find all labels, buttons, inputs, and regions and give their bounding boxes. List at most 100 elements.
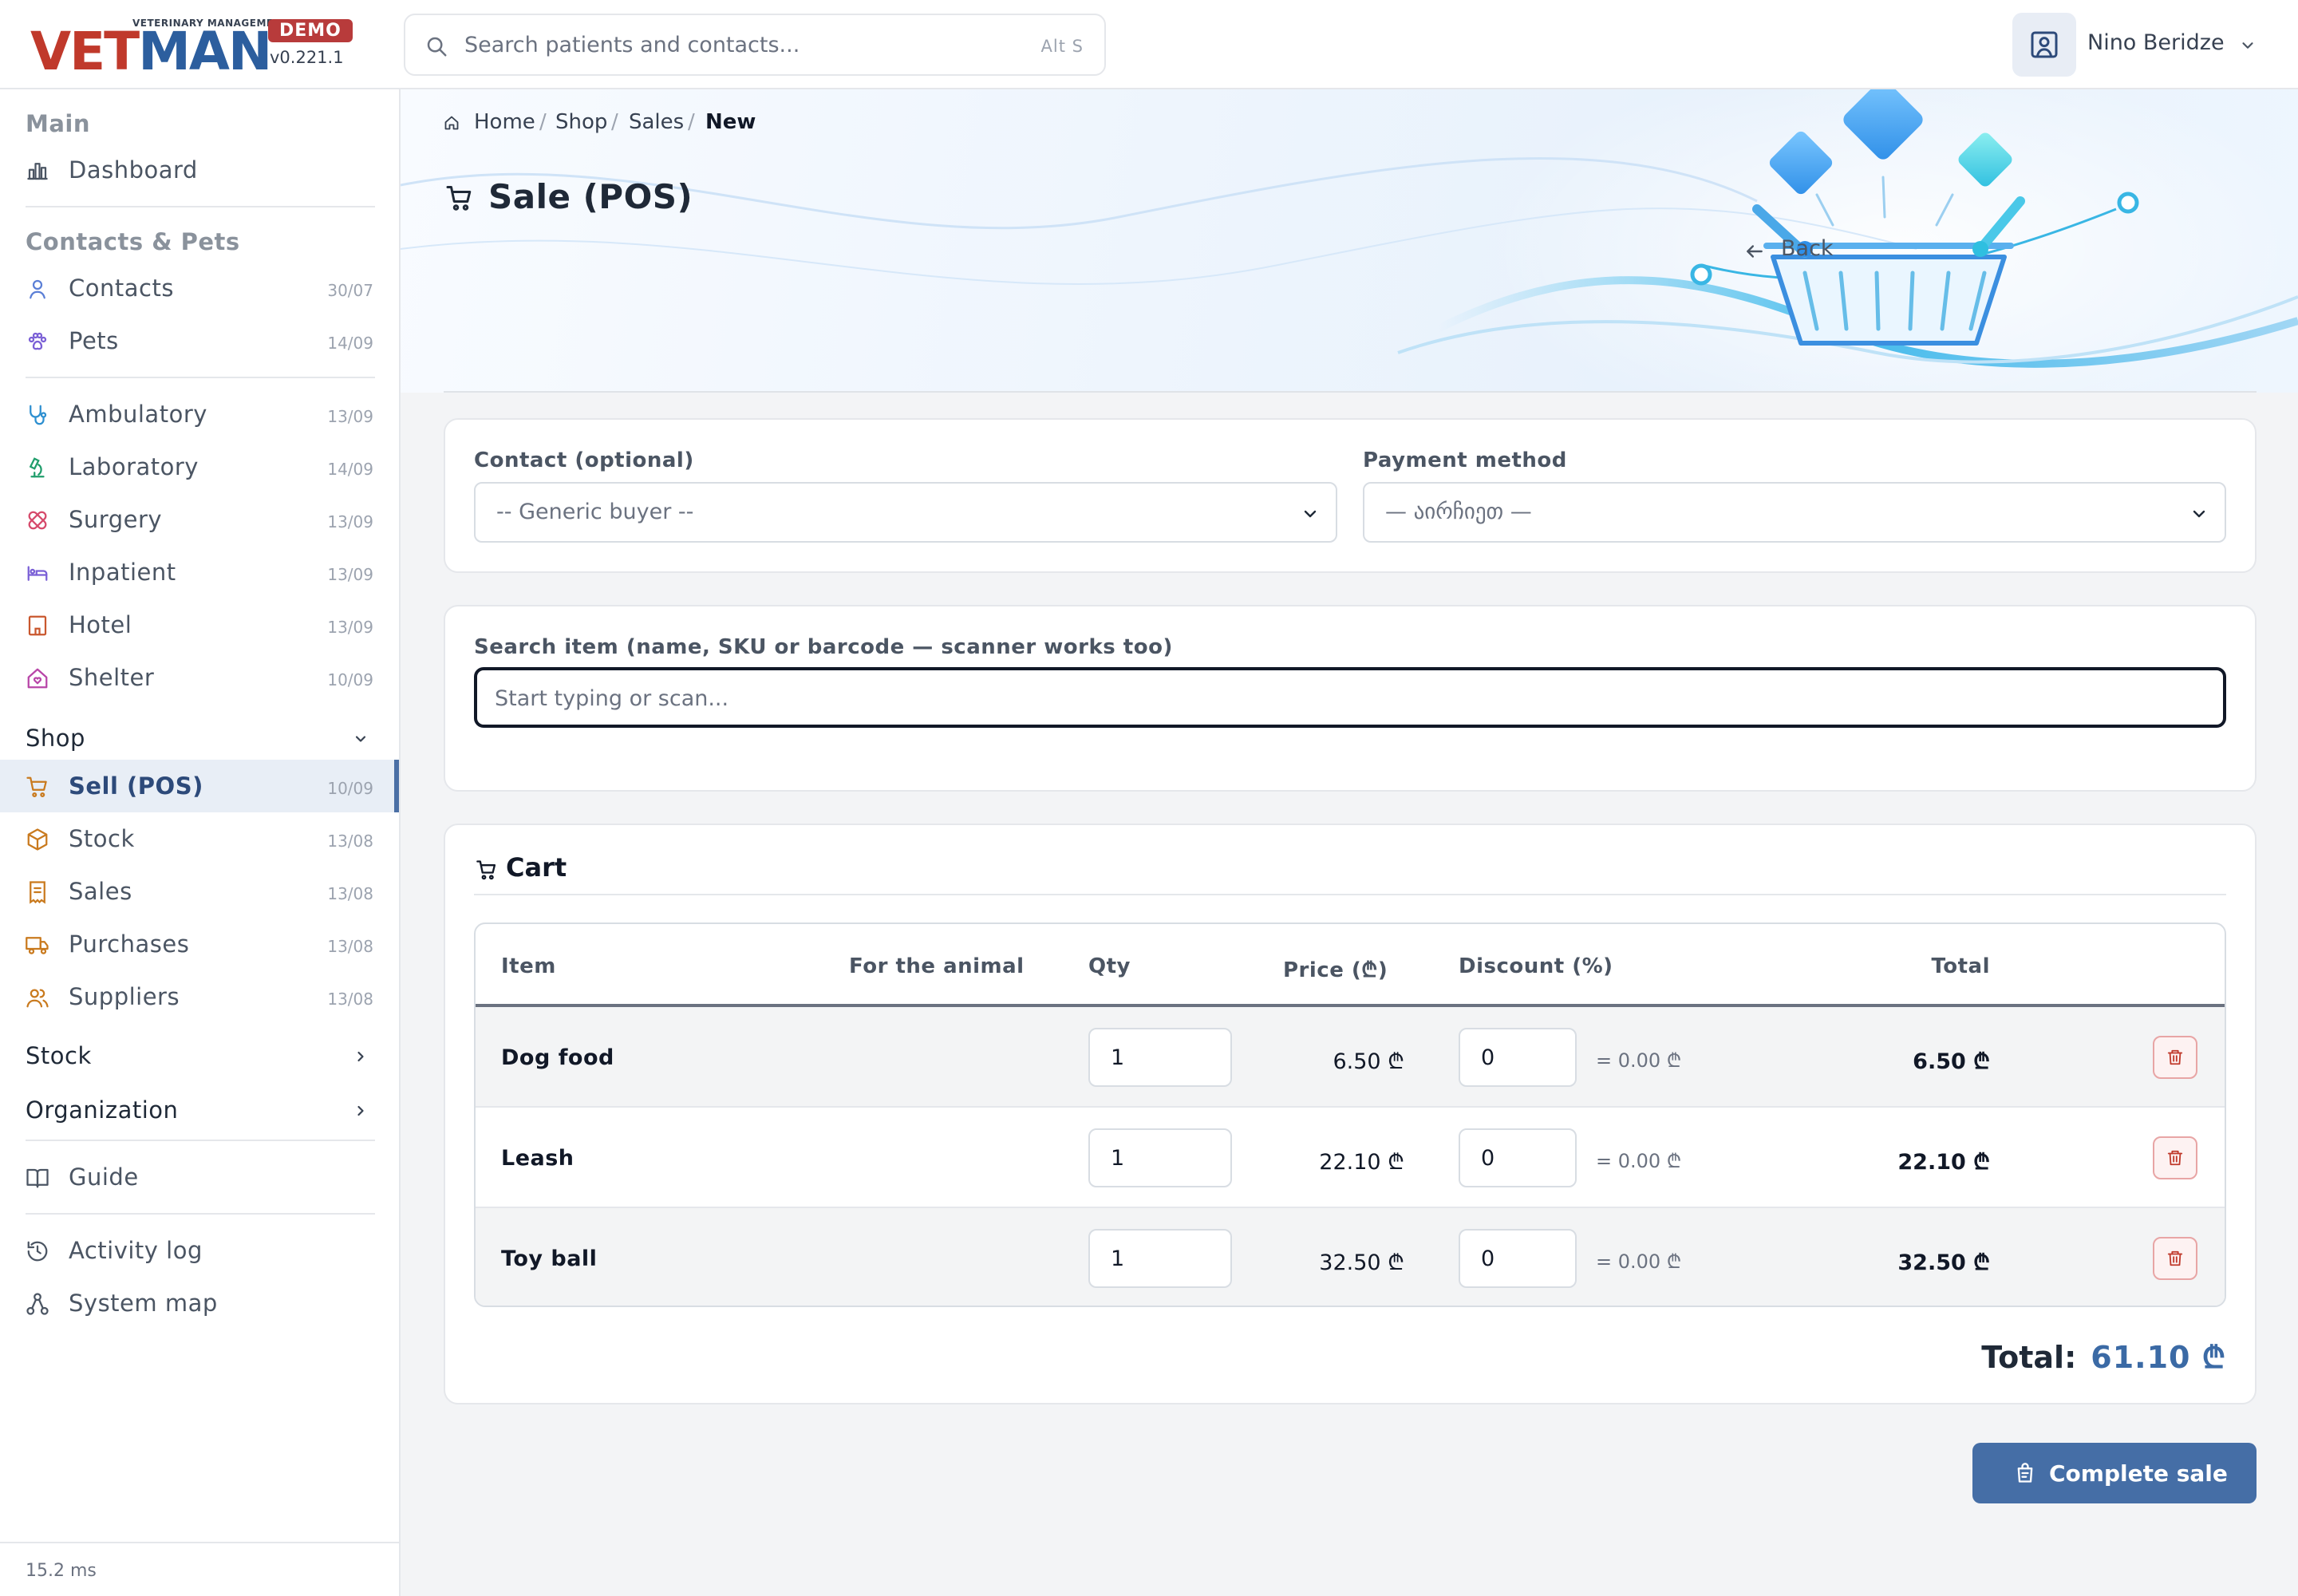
demo-badge: DEMO <box>268 19 353 42</box>
chevron-down-icon <box>2193 510 2205 518</box>
top-bar: VETERINARY MANAGEMENT VETMAN DEMO v0.221… <box>0 0 2298 89</box>
sidebar-item-label: Dashboard <box>69 156 198 184</box>
cart-card: Cart Item For the animal Qty Price (₾) D… <box>444 824 2257 1404</box>
sidebar-item-contacts[interactable]: Contacts 30/07 <box>0 262 399 314</box>
paw-icon <box>26 330 49 354</box>
user-name: Nino Beridze <box>2087 30 2225 55</box>
chevron-down-icon <box>1304 510 1317 518</box>
discount-value: 0 <box>1481 1246 1495 1271</box>
sidebar-item-date: 10/09 <box>327 670 373 689</box>
table-row: Leash 1 22.10 ₾ 0 = 0.00 ₾ 22.10 ₾ <box>476 1108 2225 1208</box>
microscope-icon <box>26 456 49 480</box>
cart-table: Item For the animal Qty Price (₾) Discou… <box>474 922 2226 1307</box>
truck-icon <box>26 933 49 957</box>
discount-input[interactable]: 0 <box>1459 1229 1577 1288</box>
logo-wordmark: VETMAN <box>30 26 272 78</box>
payment-method-select[interactable]: — აირჩიეთ — <box>1363 482 2226 543</box>
sidebar-item-sell-pos[interactable]: Sell (POS) 10/09 <box>0 760 399 812</box>
item-price: 22.10 ₾ <box>1319 1150 1404 1175</box>
sidebar-item-label: Stock <box>69 825 135 852</box>
qty-input[interactable]: 1 <box>1088 1028 1232 1087</box>
house-heart-icon <box>26 666 49 690</box>
sidebar-item-activity-log[interactable]: Activity log <box>0 1224 399 1277</box>
box-icon <box>26 828 49 851</box>
item-name: Dog food <box>501 1045 614 1070</box>
item-name: Toy ball <box>501 1246 598 1271</box>
sidebar-item-date: 13/08 <box>327 832 373 851</box>
qty-input[interactable]: 1 <box>1088 1128 1232 1187</box>
page-title-text: Sale (POS) <box>488 177 693 216</box>
column-header-price: Price (₾) <box>1283 958 1388 982</box>
item-price: 6.50 ₾ <box>1333 1049 1404 1074</box>
bandage-icon <box>26 508 49 532</box>
remove-item-button[interactable] <box>2153 1036 2197 1079</box>
divider <box>26 206 375 207</box>
chevron-down-icon <box>353 731 369 747</box>
app-version: v0.221.1 <box>270 48 344 67</box>
contact-select-value: -- Generic buyer -- <box>496 500 694 524</box>
breadcrumb-current: New <box>705 110 756 134</box>
sidebar-group-shop[interactable]: Shop <box>0 715 399 763</box>
sidebar-item-shelter[interactable]: Shelter 10/09 <box>0 651 399 704</box>
sidebar-item-inpatient[interactable]: Inpatient 13/09 <box>0 546 399 598</box>
divider <box>26 377 375 378</box>
divider <box>26 1213 375 1215</box>
sale-details-card: Contact (optional) -- Generic buyer -- P… <box>444 418 2257 573</box>
breadcrumb-home[interactable]: Home <box>474 110 535 134</box>
home-icon[interactable] <box>444 115 460 131</box>
breadcrumb-sales[interactable]: Sales <box>629 110 684 134</box>
sidebar-item-suppliers[interactable]: Suppliers 13/08 <box>0 970 399 1023</box>
contact-label: Contact (optional) <box>474 448 694 472</box>
sidebar-item-hotel[interactable]: Hotel 13/09 <box>0 598 399 651</box>
cart-total: Total: 61.10 ₾ <box>1981 1336 2226 1376</box>
discount-value: 0 <box>1481 1146 1495 1171</box>
sidebar-group-stock[interactable]: Stock <box>0 1033 399 1080</box>
app-logo[interactable]: VETERINARY MANAGEMENT VETMAN DEMO v0.221… <box>30 14 353 78</box>
sidebar-item-ambulatory[interactable]: Ambulatory 13/09 <box>0 388 399 440</box>
sidebar-item-label: Sell (POS) <box>69 772 203 800</box>
breadcrumb-separator: / <box>539 110 547 134</box>
breadcrumb-separator: / <box>611 110 618 134</box>
basket-illustration <box>401 89 2298 393</box>
user-menu[interactable]: Nino Beridze <box>2012 13 2284 77</box>
discount-input[interactable]: 0 <box>1459 1028 1577 1087</box>
complete-sale-button[interactable]: Complete sale <box>1972 1443 2257 1503</box>
sidebar-item-purchases[interactable]: Purchases 13/08 <box>0 918 399 970</box>
receipt-icon <box>26 880 49 904</box>
chevron-right-icon <box>353 1103 369 1119</box>
qty-input[interactable]: 1 <box>1088 1229 1232 1288</box>
page-header: Home / Shop / Sales / New Sale (POS) <box>401 89 2298 393</box>
column-header-discount: Discount (%) <box>1459 954 1613 978</box>
discount-input[interactable]: 0 <box>1459 1128 1577 1187</box>
sidebar-item-dashboard[interactable]: Dashboard <box>0 144 399 196</box>
row-total: 32.50 ₾ <box>1897 1250 1990 1275</box>
sidebar-item-system-map[interactable]: System map <box>0 1277 399 1329</box>
breadcrumb-shop[interactable]: Shop <box>555 110 607 134</box>
sidebar-item-laboratory[interactable]: Laboratory 14/09 <box>0 440 399 493</box>
sidebar-item-label: Guide <box>69 1163 139 1191</box>
trash-icon <box>2167 1049 2183 1065</box>
sidebar-item-date: 14/09 <box>327 334 373 353</box>
sidebar-item-label: Purchases <box>69 930 190 958</box>
sidebar-item-pets[interactable]: Pets 14/09 <box>0 314 399 367</box>
sidebar-item-sales[interactable]: Sales 13/08 <box>0 865 399 918</box>
sidebar-item-guide[interactable]: Guide <box>0 1151 399 1203</box>
back-button[interactable]: Back <box>1744 235 1880 267</box>
cart-icon <box>26 775 49 799</box>
payment-label: Payment method <box>1363 448 1567 472</box>
remove-item-button[interactable] <box>2153 1237 2197 1280</box>
qty-value: 1 <box>1111 1246 1125 1271</box>
column-header-item: Item <box>501 954 556 978</box>
sidebar-item-date: 13/09 <box>327 407 373 426</box>
contact-select[interactable]: -- Generic buyer -- <box>474 482 1337 543</box>
global-search-input[interactable]: Search patients and contacts... Alt S <box>404 14 1106 76</box>
divider <box>26 1140 375 1141</box>
item-search-input[interactable]: Start typing or scan... <box>474 667 2226 728</box>
sidebar-group-organization[interactable]: Organization <box>0 1087 399 1135</box>
sidebar-item-surgery[interactable]: Surgery 13/09 <box>0 493 399 546</box>
chevron-down-icon <box>2239 37 2257 54</box>
avatar[interactable] <box>2012 13 2076 77</box>
sidebar-item-stock[interactable]: Stock 13/08 <box>0 812 399 865</box>
logo-vet: VET <box>30 21 140 82</box>
remove-item-button[interactable] <box>2153 1136 2197 1179</box>
